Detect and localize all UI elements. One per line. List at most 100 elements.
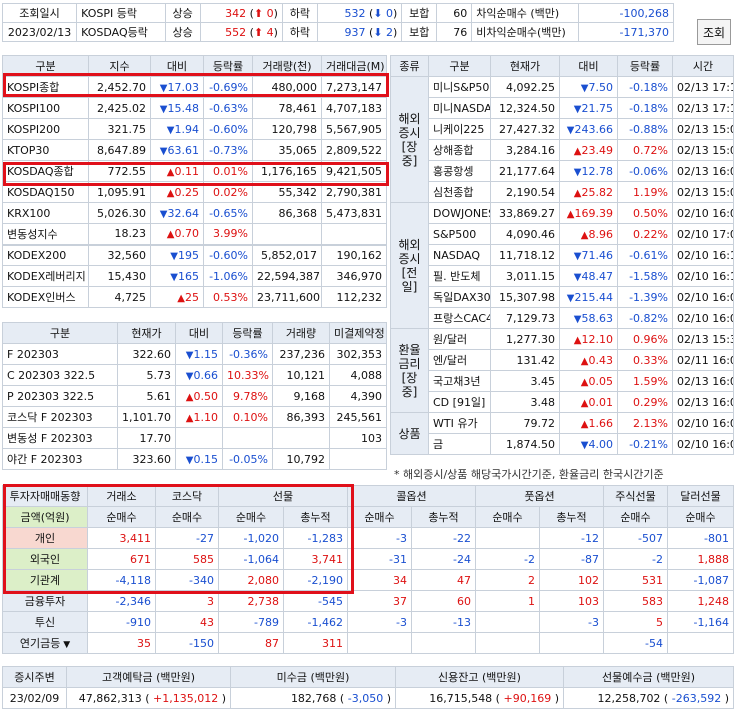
world-row[interactable]: 상품WTI 유가79.72▲1.662.13%02/10 16:00 xyxy=(390,412,734,455)
world-row[interactable]: 필. 반도체3,011.15▼48.47-1.58%02/10 16:15 xyxy=(391,265,734,287)
world-row[interactable]: 미니NASDAQ12,324.50▼21.75-0.18%02/13 17:10 xyxy=(391,97,734,119)
index-row[interactable]: KODEX인버스 4,725 ▲25 0.53% 23,711,600 112,232 xyxy=(2,286,387,308)
investor-header: 선물 xyxy=(218,485,348,507)
index-row[interactable]: KTOP30 8,647.89 ▼63.61 -0.73% 35,065 2,809,52… xyxy=(2,139,387,161)
investor-value: 1,888 xyxy=(667,548,734,570)
investor-subheader: 순매수 xyxy=(87,506,156,528)
world-group-label: 상품 xyxy=(390,412,429,455)
investor-value: 102 xyxy=(539,569,604,591)
investor-row[interactable]: 금융투자 -2,346 3 2,738 -545 37 60 1 103 583 1,248 xyxy=(2,590,734,612)
dropdown-arrow-icon[interactable]: ▼ xyxy=(60,640,70,650)
futures-open-interest: 245,561 xyxy=(329,406,387,428)
index-row[interactable]: KOSPI200 321.75 ▼1.94 -0.60% 120,798 5,567,90… xyxy=(2,118,387,140)
futures-row[interactable]: F 202303 322.60 ▼1.15 -0.36% 237,236 302,353 xyxy=(2,343,387,365)
index-volume: 120,798 xyxy=(252,118,322,140)
index-row[interactable]: KOSDAQ종합 772.55 ▲0.11 0.01% 1,176,165 9,421,5… xyxy=(2,160,387,182)
world-row[interactable]: NASDAQ11,718.12▼71.46-0.61%02/10 16:15 xyxy=(391,244,734,266)
index-row[interactable]: KRX100 5,026.30 ▼32.64 -0.65% 86,368 5,473,83… xyxy=(2,202,387,224)
triangle-down-icon: ▼ xyxy=(159,208,168,220)
futures-rate: 10.33% xyxy=(222,364,273,386)
index-rate: -0.60% xyxy=(203,118,253,140)
world-rate: 0.29% xyxy=(617,391,673,413)
change-cell: ▼15.48 xyxy=(150,97,204,119)
change-cell: ▼1.94 xyxy=(150,118,204,140)
world-row[interactable]: 엔/달러131.42▲0.430.33%02/11 16:00 xyxy=(391,349,734,371)
investor-value: -22 xyxy=(411,527,476,549)
index-amount: 4,707,183 xyxy=(321,97,387,119)
futures-row[interactable]: P 202303 322.5 5.61 ▲0.50 9.78% 9,168 4,390 xyxy=(2,385,387,407)
change-value: 25 xyxy=(185,290,199,304)
change-cell: ▼243.66 xyxy=(559,118,618,140)
world-row[interactable]: 독일DAX3015,307.98▼215.44-1.39%02/10 16:00 xyxy=(391,286,734,308)
futures-row[interactable]: 야간 F 202303 323.60 ▼0.15 -0.05% 10,792 xyxy=(2,448,387,470)
investor-row[interactable]: 기관계 -4,118 -340 2,080 -2,190 34 47 2 102 531 -1,08… xyxy=(2,569,734,591)
index-name: KOSPI종합 xyxy=(2,76,89,98)
breadth-row: 조회일시 KOSPI 등락 상승 342 (⬆ 0) 하락 532 (⬇ 0) 보합 60 차익… xyxy=(1,3,674,23)
world-row[interactable]: 프랑스CAC407,129.73▼58.63-0.82%02/10 16:00 xyxy=(391,307,734,329)
index-row[interactable]: KODEX레버리지 15,430 ▼165 -1.06% 22,594,387 346,9… xyxy=(2,265,387,287)
investor-value: 2 xyxy=(475,569,540,591)
index-row[interactable]: 변동성지수 18.23 ▲0.70 3.99% xyxy=(2,223,387,245)
triangle-down-icon: ▼ xyxy=(573,166,582,178)
change-cell: ▼48.47 xyxy=(559,265,618,287)
investor-row[interactable]: 투신 -910 43 -789 -1,462 -3 -13 -3 5 -1,164 xyxy=(2,611,734,633)
world-row[interactable]: 환율 금리 [장중] 원/달러 1,277.30 ▲12.10 0.96% 02/13 1… xyxy=(390,328,734,413)
investor-name: 연기금등 ▼ xyxy=(2,632,88,654)
query-button[interactable]: 조회 xyxy=(697,19,731,45)
change-value: 0.43 xyxy=(588,353,614,367)
change-cell: ▲1.10 xyxy=(175,406,223,428)
world-row[interactable]: CD [91일]3.48▲0.010.29%02/13 16:00 xyxy=(391,391,734,413)
investor-row[interactable]: 개인 3,411 -27 -1,020 -1,283 -3 -22 -12 -507 -801 xyxy=(2,527,734,549)
change-cell: ▲25.82 xyxy=(559,181,618,203)
index-row[interactable]: KOSDAQ150 1,095.91 ▲0.25 0.02% 55,342 2,790,3… xyxy=(2,181,387,203)
world-row[interactable]: 상해종합3,284.16▲23.490.72%02/13 15:00 xyxy=(391,139,734,161)
world-note: * 해외증시/상품 해당국가시간기준, 환율금리 한국시간기준 xyxy=(394,468,664,481)
futures-row[interactable]: C 202303 322.5 5.73 ▼0.66 10.33% 10,121 4,088 xyxy=(2,364,387,386)
investor-name-label: 연기금등 xyxy=(19,637,61,650)
investor-row[interactable]: 연기금등 ▼ 35 -150 87 311 -54 xyxy=(2,632,734,654)
futures-volume: 86,393 xyxy=(272,406,330,428)
index-row[interactable]: KODEX200 32,560 ▼195 -0.60% 5,852,017 190,162 xyxy=(2,243,387,266)
world-row[interactable]: 니케이22527,427.32▼243.66-0.88%02/13 15:00 xyxy=(391,118,734,140)
world-row[interactable]: S&P5004,090.46▲8.960.22%02/10 17:04 xyxy=(391,223,734,245)
index-row[interactable]: KOSPI종합 2,452.70 ▼17.03 -0.69% 480,000 7,273,… xyxy=(2,76,387,98)
investor-row[interactable]: 외국인 671 585 -1,064 3,741 -31 -24 -2 -87 -2 1,888 xyxy=(2,548,734,570)
investor-name: 개인 xyxy=(2,527,88,549)
investor-value: 671 xyxy=(87,548,156,570)
futures-volume: 237,236 xyxy=(272,343,330,365)
change-cell: ▼12.78 xyxy=(559,160,618,182)
futures-name: 야간 F 202303 xyxy=(2,448,118,470)
investor-value: -2 xyxy=(475,548,540,570)
world-row[interactable]: 해외 증시 [장중] 미니S&P500 4,092.25 ▼7.50 -0.18% 02/… xyxy=(390,76,734,203)
futures-value: 5.73 xyxy=(117,364,176,386)
world-row[interactable]: 금1,874.50▼4.00-0.21%02/10 16:00 xyxy=(391,433,734,455)
futures-row[interactable]: 변동성 F 202303 17.70 103 xyxy=(2,427,387,449)
triangle-down-icon: ▼ xyxy=(573,313,582,325)
investor-header: 풋옵션 xyxy=(475,485,604,507)
world-row[interactable]: 심천종합2,190.54▲25.821.19%02/13 15:00 xyxy=(391,181,734,203)
world-value: 1,874.50 xyxy=(490,433,560,455)
up-label: 상승 xyxy=(164,3,201,23)
index-amount: 190,162 xyxy=(321,243,387,266)
world-row[interactable]: 해외 증시 [전일] DOWJONES 33,869.27 ▲169.39 0.50% 0… xyxy=(390,202,734,329)
world-row[interactable]: 홍콩항셍21,177.64▼12.78-0.06%02/13 16:05 xyxy=(391,160,734,182)
investor-name: 금융투자 xyxy=(2,590,88,612)
index-value: 321.75 xyxy=(88,118,151,140)
up-count: 552 (⬆ 4) xyxy=(199,22,283,42)
futures-name: 코스닥 F 202303 xyxy=(2,406,118,428)
change-cell: ▲0.25 xyxy=(150,181,204,203)
world-time: 02/13 17:10 xyxy=(672,97,734,119)
investor-value: 37 xyxy=(347,590,412,612)
index-row[interactable]: KOSPI100 2,425.02 ▼15.48 -0.63% 78,461 4,707,… xyxy=(2,97,387,119)
investor-value: -2 xyxy=(603,548,668,570)
change-value: 1.66 xyxy=(588,416,614,430)
futures-row[interactable]: 코스닥 F 202303 1,101.70 ▲1.10 0.10% 86,393 245,… xyxy=(2,406,387,428)
up-label: 상승 xyxy=(164,22,201,42)
funds-value: 16,715,548 xyxy=(429,691,493,705)
up-count-value: 552 xyxy=(225,25,247,39)
investor-value: -150 xyxy=(155,632,219,654)
change-cell: ▼58.63 xyxy=(559,307,618,329)
index-volume: 35,065 xyxy=(252,139,322,161)
world-row[interactable]: 국고채3년3.45▲0.051.59%02/13 16:00 xyxy=(391,370,734,392)
world-time: 02/13 16:00 xyxy=(672,391,734,413)
